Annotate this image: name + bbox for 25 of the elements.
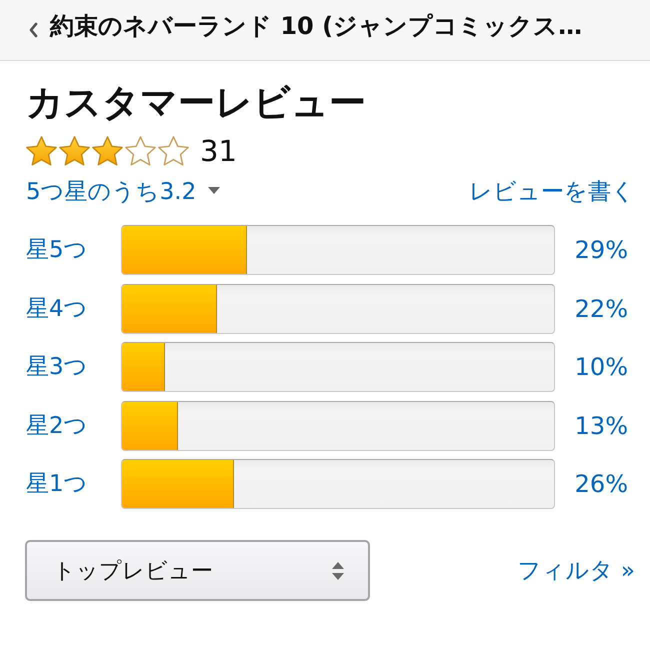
filter-link[interactable]: フィルタ » (518, 556, 635, 586)
star-rating-link[interactable]: 星4つ (26, 294, 121, 324)
star-icon (26, 136, 57, 166)
sort-dropdown[interactable]: トップレビュー (25, 540, 370, 601)
star-outline-icon (125, 136, 156, 166)
star-rating-link[interactable]: 星3つ (26, 352, 121, 382)
percentage-link[interactable]: 26% (574, 469, 628, 499)
star-rating-link[interactable]: 星5つ (26, 235, 121, 265)
star-outline-icon (158, 136, 189, 166)
star-icon (59, 136, 90, 166)
percentage-link[interactable]: 29% (574, 235, 628, 265)
average-rating-link[interactable]: 5つ星のうち3.2 (26, 177, 196, 207)
percentage-link[interactable]: 22% (574, 294, 628, 324)
caret-icon[interactable] (208, 186, 220, 194)
percentage-link[interactable]: 13% (574, 410, 628, 440)
write-review-link[interactable]: レビューを書く (469, 177, 635, 207)
percentage-link[interactable]: 10% (574, 352, 628, 382)
section-title: カスタマーレビュー (26, 80, 366, 126)
star-rating-link[interactable]: 星2つ (26, 410, 121, 440)
product-title[interactable]: 約束のネバーランド 10 (ジャンプコミックス… (50, 10, 582, 42)
up-down-arrows-icon (332, 562, 344, 580)
star-icon (92, 136, 123, 166)
star-rating-link[interactable]: 星1つ (26, 469, 121, 499)
chevron-left-icon[interactable] (28, 22, 38, 38)
review-count: 31 (200, 134, 237, 168)
